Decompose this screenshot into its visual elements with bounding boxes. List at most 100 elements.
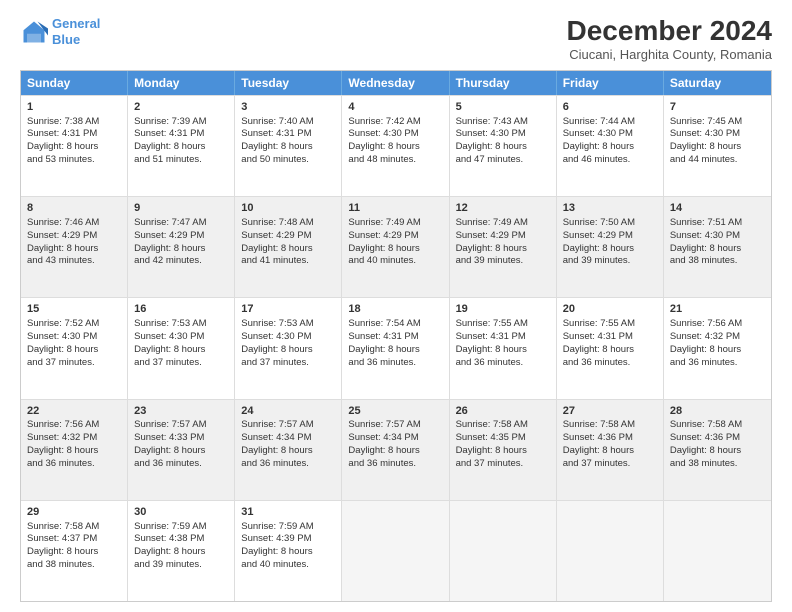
day-info-line: Daylight: 8 hours	[563, 243, 657, 256]
day-number: 1	[27, 100, 121, 115]
cal-cell-3: 3Sunrise: 7:40 AMSunset: 4:31 PMDaylight…	[235, 96, 342, 196]
day-info-line: Daylight: 8 hours	[348, 243, 442, 256]
day-info-line: and 37 minutes.	[563, 458, 657, 471]
cal-cell-15: 15Sunrise: 7:52 AMSunset: 4:30 PMDayligh…	[21, 298, 128, 398]
day-info-line: Daylight: 8 hours	[456, 243, 550, 256]
day-info-line: Daylight: 8 hours	[241, 546, 335, 559]
day-info-line: Sunset: 4:29 PM	[27, 230, 121, 243]
day-info-line: and 36 minutes.	[670, 357, 765, 370]
day-info-line: Sunrise: 7:56 AM	[670, 318, 765, 331]
day-info-line: and 39 minutes.	[456, 255, 550, 268]
header-day-saturday: Saturday	[664, 71, 771, 95]
day-number: 6	[563, 100, 657, 115]
day-info-line: Sunrise: 7:43 AM	[456, 116, 550, 129]
day-info-line: Daylight: 8 hours	[27, 546, 121, 559]
cal-cell-1: 1Sunrise: 7:38 AMSunset: 4:31 PMDaylight…	[21, 96, 128, 196]
title-section: December 2024 Ciucani, Harghita County, …	[567, 16, 772, 62]
day-number: 3	[241, 100, 335, 115]
calendar-body: 1Sunrise: 7:38 AMSunset: 4:31 PMDaylight…	[21, 95, 771, 601]
day-info-line: and 46 minutes.	[563, 154, 657, 167]
header-day-monday: Monday	[128, 71, 235, 95]
day-number: 11	[348, 201, 442, 216]
cal-cell-20: 20Sunrise: 7:55 AMSunset: 4:31 PMDayligh…	[557, 298, 664, 398]
day-info-line: Daylight: 8 hours	[134, 445, 228, 458]
day-info-line: Daylight: 8 hours	[27, 243, 121, 256]
day-number: 26	[456, 404, 550, 419]
day-info-line: Sunrise: 7:58 AM	[27, 521, 121, 534]
day-info-line: and 37 minutes.	[27, 357, 121, 370]
day-info-line: and 39 minutes.	[563, 255, 657, 268]
day-number: 5	[456, 100, 550, 115]
header: General Blue December 2024 Ciucani, Harg…	[20, 16, 772, 62]
day-info-line: Daylight: 8 hours	[241, 344, 335, 357]
day-number: 7	[670, 100, 765, 115]
day-info-line: and 38 minutes.	[27, 559, 121, 572]
day-number: 20	[563, 302, 657, 317]
day-info-line: Daylight: 8 hours	[456, 344, 550, 357]
day-info-line: Daylight: 8 hours	[348, 141, 442, 154]
header-day-sunday: Sunday	[21, 71, 128, 95]
main-title: December 2024	[567, 16, 772, 47]
day-info-line: Sunrise: 7:48 AM	[241, 217, 335, 230]
day-info-line: Daylight: 8 hours	[563, 445, 657, 458]
cal-cell-9: 9Sunrise: 7:47 AMSunset: 4:29 PMDaylight…	[128, 197, 235, 297]
day-info-line: and 37 minutes.	[241, 357, 335, 370]
day-info-line: Sunset: 4:31 PM	[348, 331, 442, 344]
day-info-line: Sunset: 4:30 PM	[27, 331, 121, 344]
day-info-line: Sunset: 4:36 PM	[563, 432, 657, 445]
day-number: 12	[456, 201, 550, 216]
day-info-line: Daylight: 8 hours	[456, 445, 550, 458]
day-info-line: Sunrise: 7:42 AM	[348, 116, 442, 129]
header-day-friday: Friday	[557, 71, 664, 95]
day-info-line: and 36 minutes.	[134, 458, 228, 471]
header-day-thursday: Thursday	[450, 71, 557, 95]
day-number: 24	[241, 404, 335, 419]
day-number: 19	[456, 302, 550, 317]
day-number: 9	[134, 201, 228, 216]
cal-cell-empty-6	[664, 501, 771, 601]
day-info-line: Sunset: 4:38 PM	[134, 533, 228, 546]
calendar: SundayMondayTuesdayWednesdayThursdayFrid…	[20, 70, 772, 602]
cal-cell-23: 23Sunrise: 7:57 AMSunset: 4:33 PMDayligh…	[128, 400, 235, 500]
day-info-line: and 48 minutes.	[348, 154, 442, 167]
day-info-line: Sunset: 4:30 PM	[348, 128, 442, 141]
header-day-tuesday: Tuesday	[235, 71, 342, 95]
day-info-line: Daylight: 8 hours	[241, 141, 335, 154]
day-info-line: Sunrise: 7:59 AM	[134, 521, 228, 534]
cal-cell-13: 13Sunrise: 7:50 AMSunset: 4:29 PMDayligh…	[557, 197, 664, 297]
day-info-line: Sunrise: 7:54 AM	[348, 318, 442, 331]
logo-icon	[20, 18, 48, 46]
day-info-line: Sunrise: 7:46 AM	[27, 217, 121, 230]
cal-cell-12: 12Sunrise: 7:49 AMSunset: 4:29 PMDayligh…	[450, 197, 557, 297]
week-row-2: 8Sunrise: 7:46 AMSunset: 4:29 PMDaylight…	[21, 196, 771, 297]
day-info-line: Daylight: 8 hours	[348, 445, 442, 458]
day-info-line: Sunset: 4:30 PM	[670, 230, 765, 243]
day-info-line: Sunset: 4:30 PM	[456, 128, 550, 141]
week-row-4: 22Sunrise: 7:56 AMSunset: 4:32 PMDayligh…	[21, 399, 771, 500]
header-day-wednesday: Wednesday	[342, 71, 449, 95]
day-info-line: Sunset: 4:30 PM	[563, 128, 657, 141]
day-info-line: and 39 minutes.	[134, 559, 228, 572]
day-info-line: Sunset: 4:30 PM	[241, 331, 335, 344]
cal-cell-11: 11Sunrise: 7:49 AMSunset: 4:29 PMDayligh…	[342, 197, 449, 297]
cal-cell-26: 26Sunrise: 7:58 AMSunset: 4:35 PMDayligh…	[450, 400, 557, 500]
day-info-line: and 47 minutes.	[456, 154, 550, 167]
day-info-line: Sunrise: 7:59 AM	[241, 521, 335, 534]
day-info-line: Daylight: 8 hours	[27, 344, 121, 357]
day-info-line: Sunset: 4:31 PM	[563, 331, 657, 344]
day-info-line: and 44 minutes.	[670, 154, 765, 167]
logo-blue: Blue	[52, 32, 80, 47]
day-info-line: Sunset: 4:31 PM	[456, 331, 550, 344]
day-info-line: Sunrise: 7:58 AM	[456, 419, 550, 432]
day-info-line: Daylight: 8 hours	[27, 445, 121, 458]
day-info-line: and 38 minutes.	[670, 458, 765, 471]
day-info-line: and 53 minutes.	[27, 154, 121, 167]
day-info-line: Sunrise: 7:45 AM	[670, 116, 765, 129]
day-info-line: Daylight: 8 hours	[670, 445, 765, 458]
day-number: 27	[563, 404, 657, 419]
day-info-line: and 36 minutes.	[27, 458, 121, 471]
week-row-5: 29Sunrise: 7:58 AMSunset: 4:37 PMDayligh…	[21, 500, 771, 601]
day-info-line: Sunrise: 7:40 AM	[241, 116, 335, 129]
day-info-line: and 37 minutes.	[456, 458, 550, 471]
day-info-line: and 36 minutes.	[241, 458, 335, 471]
